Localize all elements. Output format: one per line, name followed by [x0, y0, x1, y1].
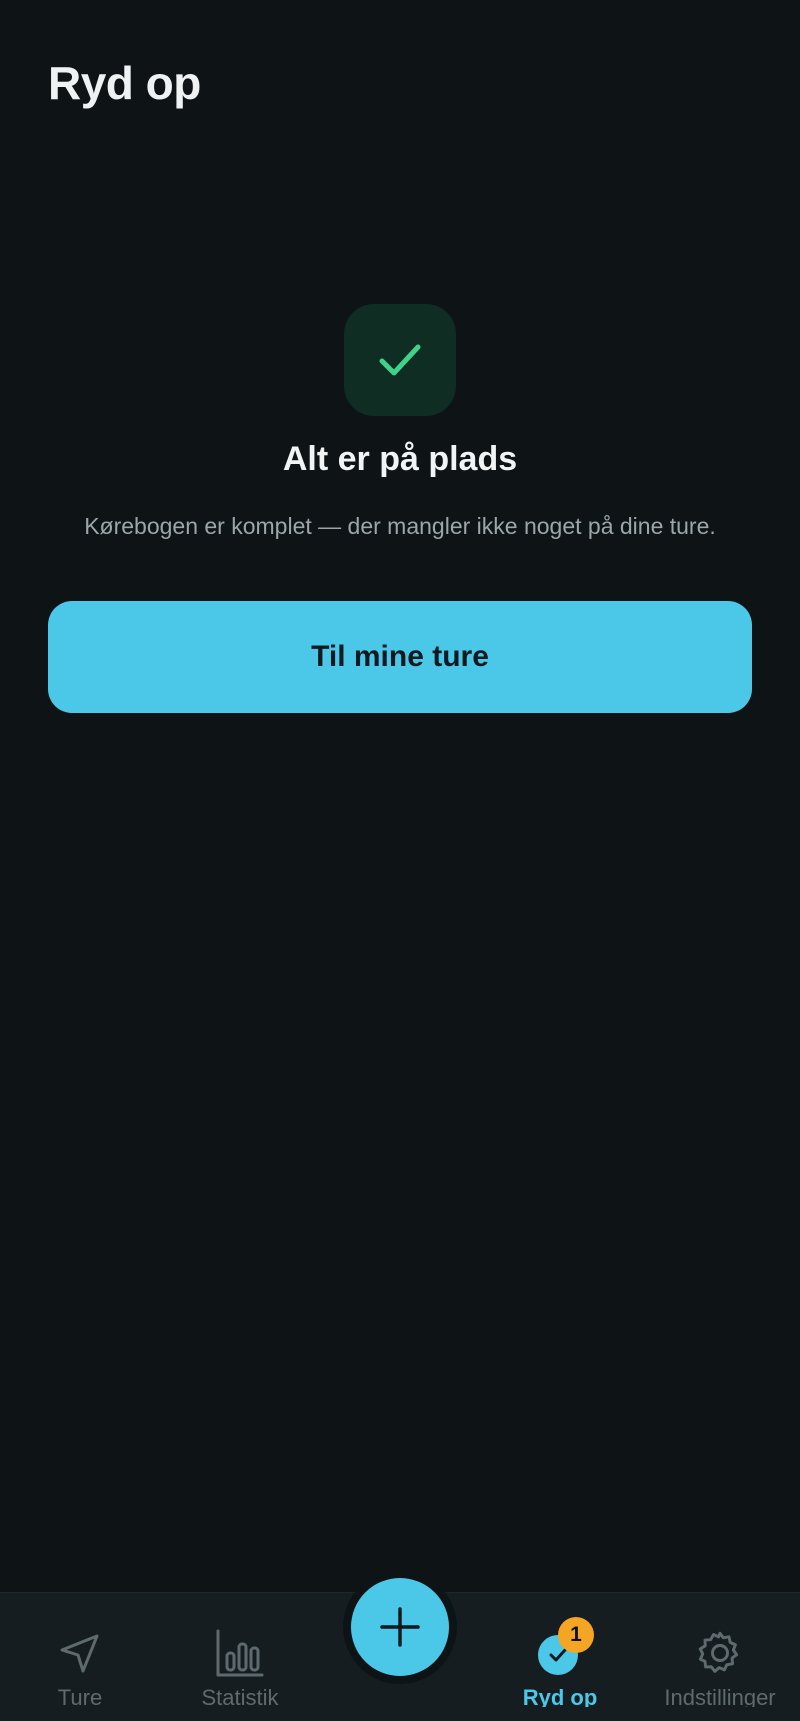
notification-badge: 1 — [558, 1617, 594, 1653]
tab-statistik[interactable]: Statistik — [170, 1593, 310, 1721]
gear-icon — [695, 1625, 745, 1681]
navigation-arrow-icon — [57, 1625, 103, 1681]
tab-label: Indstillinger — [664, 1685, 776, 1707]
tab-indstillinger[interactable]: Indstillinger — [650, 1593, 790, 1721]
page-title: Ryd op — [48, 57, 201, 109]
empty-state-subtitle: Kørebogen er komplet — der mangler ikke … — [84, 513, 716, 539]
checkmark-icon — [379, 344, 421, 376]
tab-icon-wrap: 1 — [538, 1617, 594, 1681]
go-to-trips-button[interactable]: Til mine ture — [48, 601, 752, 713]
tab-label: Statistik — [201, 1685, 279, 1707]
tab-ture[interactable]: Ture — [10, 1593, 150, 1721]
tab-label: Ture — [57, 1685, 103, 1707]
check-circle-icon: 1 — [538, 1617, 594, 1675]
plus-icon — [380, 1607, 420, 1647]
tab-ryd-op[interactable]: 1 Ryd op — [490, 1593, 630, 1721]
tab-label: Ryd op — [522, 1685, 598, 1707]
empty-state-title: Alt er på plads — [282, 440, 518, 478]
success-icon-tile — [344, 304, 456, 416]
add-trip-button[interactable] — [351, 1578, 449, 1676]
bar-chart-icon — [214, 1625, 266, 1681]
